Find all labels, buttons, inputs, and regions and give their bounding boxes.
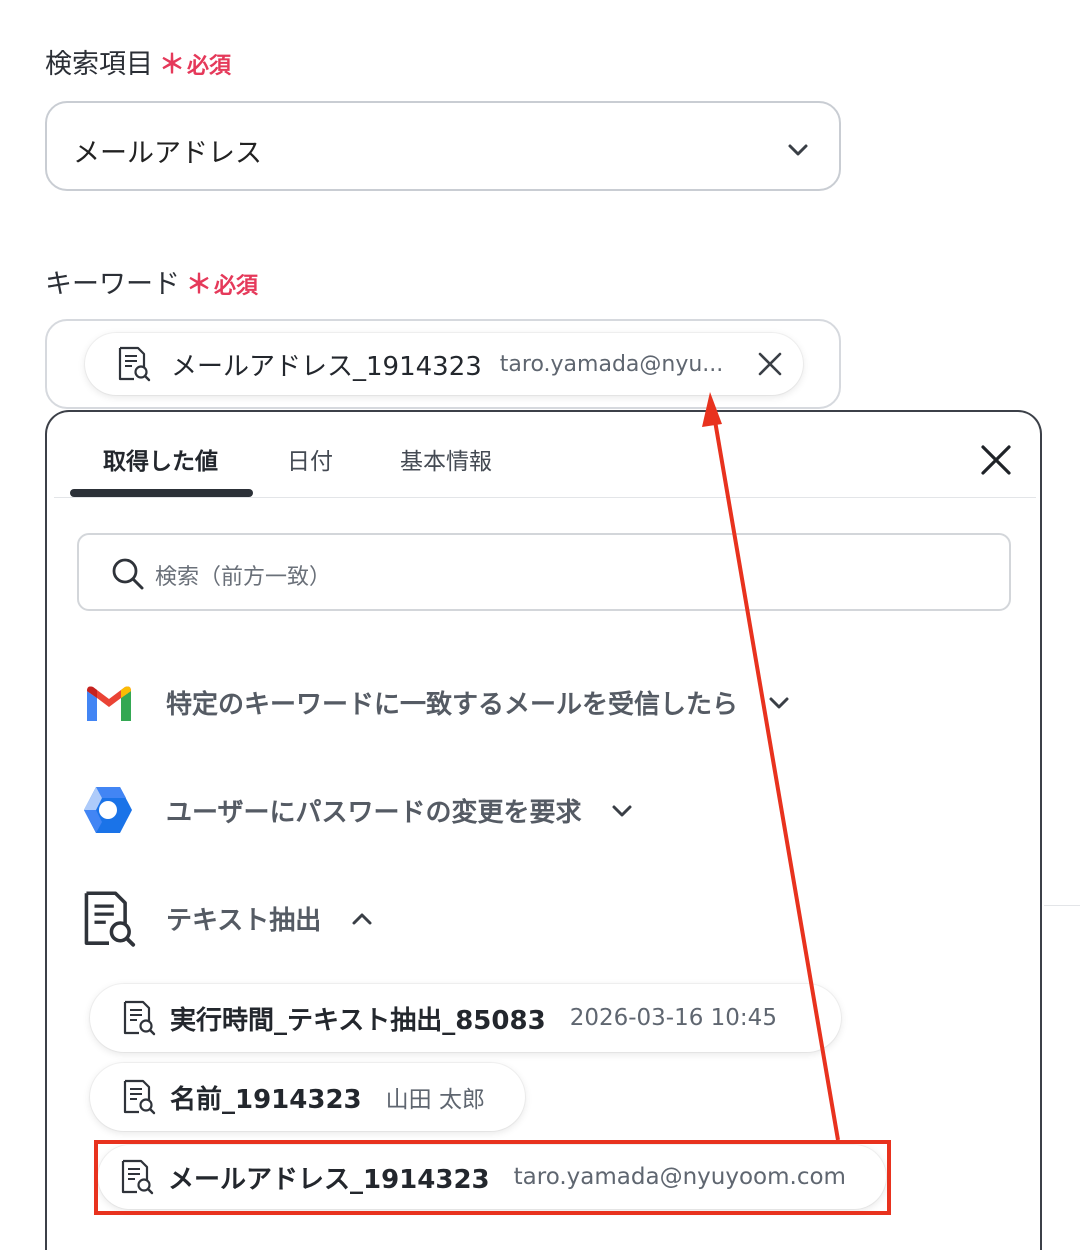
background-divider [1044,905,1080,906]
group-header-gmail[interactable]: 特定のキーワードに一致するメールを受信したら [166,684,790,721]
tab-basic-info[interactable]: 基本情報 [400,442,492,476]
search-field-label: 検索項目 ＊必須 [45,42,231,81]
keyword-field-label-text: キーワード [45,269,180,300]
search-field-select[interactable]: メールアドレス [45,101,841,191]
document-search-icon [81,890,137,948]
tab-date[interactable]: 日付 [287,442,333,476]
value-item-name: 名前_1914323 [170,1084,362,1115]
required-badge: ＊必須 [186,270,259,300]
gmail-icon [83,683,135,723]
group-title: テキスト抽出 [166,906,322,936]
active-tab-indicator [70,489,253,497]
panel-search[interactable]: 検索（前方一致） [77,533,1011,611]
document-search-icon [122,1000,156,1036]
group-header-workspace[interactable]: ユーザーにパスワードの変更を要求 [166,792,633,829]
group-title: ユーザーにパスワードの変更を要求 [166,798,582,828]
value-item[interactable]: 名前_1914323 山田 太郎 [90,1063,525,1131]
group-header-text-extraction[interactable]: テキスト抽出 [166,900,373,937]
search-placeholder: 検索（前方一致） [155,565,332,590]
panel-close-icon[interactable] [980,444,1012,476]
chevron-down-icon [769,697,789,708]
keyword-chip[interactable]: メールアドレス_1914323 taro.yamada@nyu... [85,333,803,395]
chip-value: taro.yamada@nyu... [499,351,724,377]
chevron-down-icon [612,805,632,816]
tab-divider [54,497,1036,498]
tab-acquired-values[interactable]: 取得した値 [103,442,218,476]
value-item[interactable]: 実行時間_テキスト抽出_85083 2026-03-16 10:45 [90,984,841,1052]
value-item-value: 2026-03-16 10:45 [569,1005,777,1031]
document-search-icon [122,1079,156,1115]
document-search-icon [117,346,151,382]
keyword-field-label: キーワード ＊必須 [45,262,258,301]
google-workspace-icon [82,785,134,835]
search-icon [112,558,144,590]
value-item-value: 山田 太郎 [385,1087,485,1113]
chip-name: メールアドレス_1914323 [171,351,482,382]
value-item-name: 実行時間_テキスト抽出_85083 [170,1005,546,1036]
highlight-box [94,1140,891,1215]
chevron-down-icon [788,144,808,156]
search-field-value: メールアドレス [73,138,262,169]
chevron-up-icon [352,913,372,924]
search-field-label-text: 検索項目 [45,49,153,80]
group-title: 特定のキーワードに一致するメールを受信したら [166,690,739,720]
required-badge: ＊必須 [159,50,232,80]
keyword-input[interactable]: メールアドレス_1914323 taro.yamada@nyu... [45,319,841,409]
close-icon[interactable] [757,351,783,377]
